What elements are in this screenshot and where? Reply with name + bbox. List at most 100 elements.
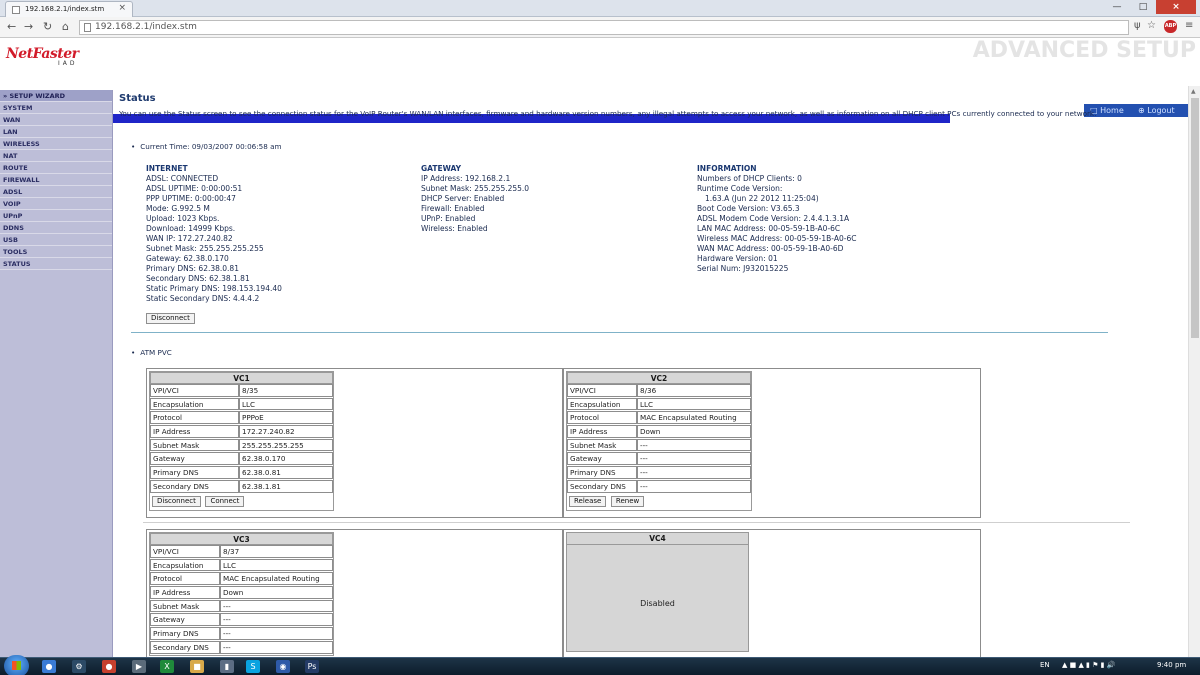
vc1-cell: VC1 VPI/VCI 8/35 Encapsulation LLC Protoco… — [146, 368, 563, 518]
sidebar-item-status[interactable]: STATUS — [0, 258, 112, 270]
sidebar-item-voip[interactable]: VOIP — [0, 198, 112, 210]
internet-line: WAN IP: 172.27.240.82 — [146, 234, 233, 243]
home-icon[interactable]: ⌂ — [62, 20, 69, 33]
browser-tab[interactable]: 192.168.2.1/index.stm × — [5, 1, 133, 17]
internet-line: Primary DNS: 62.38.0.81 — [146, 264, 239, 273]
table-row: Secondary DNS --- — [567, 479, 751, 494]
vc2-renew-button[interactable]: Renew — [610, 495, 645, 507]
sidebar-item-lan[interactable]: LAN — [0, 126, 112, 138]
table-row: Encapsulation LLC — [567, 397, 751, 412]
start-button[interactable] — [4, 655, 29, 675]
photoshop-icon[interactable]: Ps — [305, 660, 319, 673]
app-icon[interactable]: ▮ — [220, 660, 234, 673]
scroll-thumb[interactable] — [1191, 98, 1199, 338]
router-header: NetFaster IAD ADVANCED SETUP □ Home ⊕ Lo… — [0, 38, 1200, 123]
sidebar-item-adsl[interactable]: ADSL — [0, 186, 112, 198]
vc4-title: VC4 — [567, 533, 748, 545]
address-bar[interactable]: 192.168.2.1/index.stm — [79, 20, 1129, 35]
sidebar-item-route[interactable]: ROUTE — [0, 162, 112, 174]
sidebar-item-tools[interactable]: TOOLS — [0, 246, 112, 258]
information-heading: INFORMATION — [697, 164, 757, 173]
page-title: Status — [119, 93, 156, 104]
table-row: Protocol PPPoE — [150, 411, 333, 426]
menu-icon[interactable]: ≡ — [1185, 20, 1193, 31]
page-description: You can use the Status screen to see the… — [119, 109, 1097, 118]
browser-tab-bar: 192.168.2.1/index.stm × — □ × — [0, 0, 1200, 17]
internet-line: PPP UPTIME: 0:00:00:47 — [146, 194, 236, 203]
internet-line: Static Primary DNS: 198.153.194.40 — [146, 284, 282, 293]
gateway-section: GATEWAY IP Address: 192.168.2.1 Subnet M… — [421, 164, 529, 234]
sidebar-item-nat[interactable]: NAT — [0, 150, 112, 162]
vc2-release-button[interactable]: Release — [569, 495, 607, 507]
sidebar-item-system[interactable]: SYSTEM — [0, 102, 112, 114]
clock[interactable]: 9:40 pm — [1157, 661, 1186, 669]
vc2-actions: Release Renew — [567, 494, 751, 510]
scroll-up-icon[interactable]: ▲ — [1191, 88, 1196, 95]
folder-icon[interactable]: ■ — [190, 660, 204, 673]
disconnect-button[interactable]: Disconnect — [146, 313, 195, 324]
language-indicator[interactable]: EN — [1040, 661, 1050, 669]
section-divider — [131, 332, 1108, 333]
page-scrollbar[interactable]: ▲ — [1188, 86, 1200, 657]
back-icon[interactable]: ← — [7, 20, 16, 33]
tab-close-icon[interactable]: × — [118, 3, 126, 13]
forward-icon[interactable]: → — [24, 20, 33, 33]
sidebar-item-wan[interactable]: WAN — [0, 114, 112, 126]
sidebar-item-ddns[interactable]: DDNS — [0, 222, 112, 234]
internet-line: Upload: 1023 Kbps. — [146, 214, 220, 223]
table-row: Subnet Mask --- — [567, 438, 751, 453]
extension-icon[interactable]: ψ — [1134, 20, 1141, 31]
information-line: 1.63.A (Jun 22 2012 11:25:04) — [705, 194, 819, 203]
gateway-line: Firewall: Enabled — [421, 204, 485, 213]
information-line: ADSL Modem Code Version: 2.4.4.1.3.1A — [697, 214, 850, 223]
vc1-disconnect-button[interactable]: Disconnect — [152, 495, 201, 507]
table-row: Subnet Mask 255.255.255.255 — [150, 438, 333, 453]
skype-icon[interactable]: S — [246, 660, 260, 673]
sidebar-item-firewall[interactable]: FIREWALL — [0, 174, 112, 186]
gateway-line: Subnet Mask: 255.255.255.0 — [421, 184, 530, 193]
table-row: Gateway 62.38.0.170 — [150, 452, 333, 467]
vc1-table: VC1 VPI/VCI 8/35 Encapsulation LLC Protoco… — [149, 371, 334, 511]
vc2-title: VC2 — [567, 372, 751, 384]
table-row: VPI/VCI 8/37 — [150, 545, 333, 559]
steam-icon[interactable]: ⚙ — [72, 660, 86, 673]
app-icon[interactable]: ▶ — [132, 660, 146, 673]
vc3-cell: VC3 VPI/VCI 8/37 Encapsulation LLC Protoco… — [146, 529, 563, 657]
gateway-line: Wireless: Enabled — [421, 224, 488, 233]
internet-line: Download: 14999 Kbps. — [146, 224, 236, 233]
window-close-icon[interactable]: × — [1156, 0, 1196, 14]
minimize-icon[interactable]: — — [1104, 0, 1130, 14]
vc2-cell: VC2 VPI/VCI 8/36 Encapsulation LLC Protoco… — [563, 368, 981, 518]
information-line: Serial Num: J932015225 — [697, 264, 789, 273]
window-controls: — □ × — [1104, 0, 1196, 14]
table-row: IP Address Down — [567, 425, 751, 439]
maximize-icon[interactable]: □ — [1130, 0, 1156, 14]
table-row: Encapsulation LLC — [150, 397, 333, 412]
windows-logo-icon — [12, 661, 21, 670]
information-line: LAN MAC Address: 00-05-59-1B-A0-6C — [697, 224, 841, 233]
table-row: Protocol MAC Encapsulated Routing — [150, 572, 333, 587]
vc1-actions: Disconnect Connect — [150, 494, 333, 510]
internet-heading: INTERNET — [146, 164, 188, 173]
internet-line: Gateway: 62.38.0.170 — [146, 254, 229, 263]
bookmark-star-icon[interactable]: ☆ — [1147, 20, 1156, 31]
address-url[interactable]: 192.168.2.1/index.stm — [95, 22, 197, 32]
vc2-table: VC2 VPI/VCI 8/36 Encapsulation LLC Protoco… — [566, 371, 752, 511]
sidebar-item-usb[interactable]: USB — [0, 234, 112, 246]
app-icon[interactable]: ● — [102, 660, 116, 673]
excel-icon[interactable]: X — [160, 660, 174, 673]
chrome-icon[interactable]: ● — [42, 660, 56, 673]
reload-icon[interactable]: ↻ — [43, 20, 52, 33]
app-icon[interactable]: ◉ — [276, 660, 290, 673]
table-row: Secondary DNS 62.38.1.81 — [150, 479, 333, 494]
sidebar-item-wireless[interactable]: WIRELESS — [0, 138, 112, 150]
sidebar-item-upnp[interactable]: UPnP — [0, 210, 112, 222]
tab-title: 192.168.2.1/index.stm — [25, 5, 105, 13]
table-row: Primary DNS 62.38.0.81 — [150, 466, 333, 480]
vc4-cell: VC4 Disabled — [563, 529, 981, 657]
sidebar-item-setup-wizard[interactable]: » SETUP WIZARD — [0, 90, 112, 102]
tray-icons[interactable]: ▲ ■ ▲ ▮ ⚑ ▮ 🔊 — [1062, 661, 1115, 669]
adblock-icon[interactable]: ABP — [1164, 20, 1177, 33]
page-heading: ADVANCED SETUP — [972, 38, 1196, 63]
vc1-connect-button[interactable]: Connect — [205, 495, 245, 507]
